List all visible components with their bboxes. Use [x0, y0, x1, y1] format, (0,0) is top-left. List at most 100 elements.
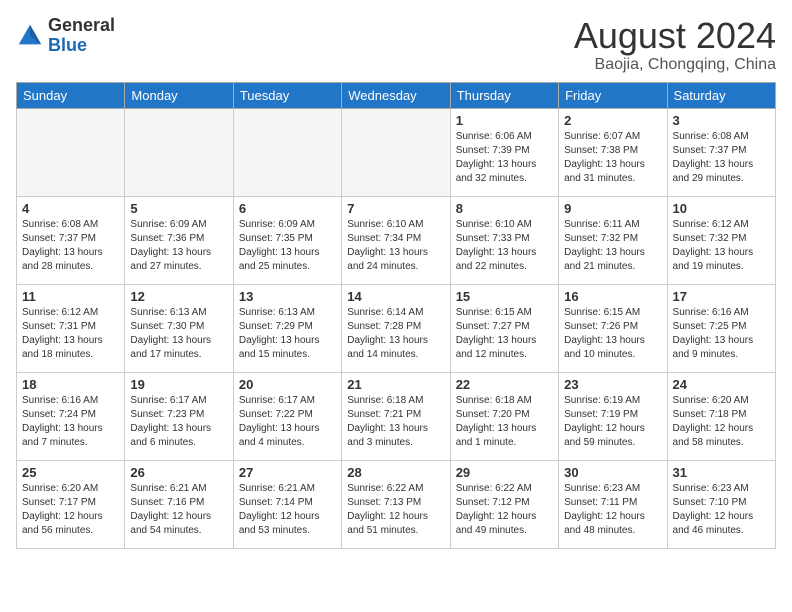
calendar-cell: 16 Sunrise: 6:15 AMSunset: 7:26 PMDayligh… — [559, 284, 667, 372]
calendar-cell: 20 Sunrise: 6:17 AMSunset: 7:22 PMDayligh… — [233, 372, 341, 460]
day-info: Sunrise: 6:14 AMSunset: 7:28 PMDaylight:… — [347, 306, 444, 362]
weekday-header-friday: Friday — [559, 82, 667, 108]
calendar-cell: 21 Sunrise: 6:18 AMSunset: 7:21 PMDayligh… — [342, 372, 450, 460]
calendar-cell: 4 Sunrise: 6:08 AMSunset: 7:37 PMDaylight… — [17, 196, 125, 284]
calendar-cell: 22Sunrise: 6:18 AMSunset: 7:20 PMDayligh… — [450, 372, 558, 460]
day-number: 26 — [130, 465, 227, 480]
day-info: Sunrise: 6:10 AMSunset: 7:34 PMDaylight:… — [347, 218, 444, 274]
day-info: Sunrise: 6:15 AMSunset: 7:26 PMDaylight:… — [564, 306, 661, 362]
day-info: Sunrise: 6:17 AMSunset: 7:22 PMDaylight:… — [239, 394, 336, 450]
day-info: Sunrise: 6:11 AMSunset: 7:32 PMDaylight:… — [564, 218, 661, 274]
location: Baojia, Chongqing, China — [574, 56, 776, 74]
calendar-cell: 14 Sunrise: 6:14 AMSunset: 7:28 PMDayligh… — [342, 284, 450, 372]
day-info: Sunrise: 6:08 AMSunset: 7:37 PMDaylight:… — [673, 130, 770, 186]
day-number: 22 — [456, 377, 553, 392]
day-number: 5 — [130, 201, 227, 216]
calendar-cell: 31 Sunrise: 6:23 AMSunset: 7:10 PMDayligh… — [667, 460, 775, 548]
calendar-body: 1 Sunrise: 6:06 AMSunset: 7:39 PMDaylight… — [17, 108, 776, 548]
day-number: 15 — [456, 289, 553, 304]
day-info: Sunrise: 6:16 AMSunset: 7:25 PMDaylight:… — [673, 306, 770, 362]
day-number: 21 — [347, 377, 444, 392]
day-number: 20 — [239, 377, 336, 392]
day-info: Sunrise: 6:21 AMSunset: 7:14 PMDaylight:… — [239, 482, 336, 538]
weekday-header-row: SundayMondayTuesdayWednesdayThursdayFrid… — [17, 82, 776, 108]
calendar-cell: 23 Sunrise: 6:19 AMSunset: 7:19 PMDayligh… — [559, 372, 667, 460]
calendar-cell: 25 Sunrise: 6:20 AMSunset: 7:17 PMDayligh… — [17, 460, 125, 548]
day-number: 3 — [673, 113, 770, 128]
calendar-cell: 19Sunrise: 6:17 AMSunset: 7:23 PMDayligh… — [125, 372, 233, 460]
day-number: 23 — [564, 377, 661, 392]
weekday-header-tuesday: Tuesday — [233, 82, 341, 108]
calendar-cell: 3 Sunrise: 6:08 AMSunset: 7:37 PMDaylight… — [667, 108, 775, 196]
day-info: Sunrise: 6:15 AMSunset: 7:27 PMDaylight:… — [456, 306, 553, 362]
day-info: Sunrise: 6:16 AMSunset: 7:24 PMDaylight:… — [22, 394, 119, 450]
day-info: Sunrise: 6:18 AMSunset: 7:21 PMDaylight:… — [347, 394, 444, 450]
day-number: 16 — [564, 289, 661, 304]
day-number: 12 — [130, 289, 227, 304]
calendar-cell: 26 Sunrise: 6:21 AMSunset: 7:16 PMDayligh… — [125, 460, 233, 548]
day-info: Sunrise: 6:22 AMSunset: 7:13 PMDaylight:… — [347, 482, 444, 538]
calendar-cell: 1 Sunrise: 6:06 AMSunset: 7:39 PMDaylight… — [450, 108, 558, 196]
day-info: Sunrise: 6:09 AMSunset: 7:36 PMDaylight:… — [130, 218, 227, 274]
day-info: Sunrise: 6:07 AMSunset: 7:38 PMDaylight:… — [564, 130, 661, 186]
month-year: August 2024 — [574, 16, 776, 56]
day-number: 14 — [347, 289, 444, 304]
calendar-cell: 13 Sunrise: 6:13 AMSunset: 7:29 PMDayligh… — [233, 284, 341, 372]
calendar-cell: 24 Sunrise: 6:20 AMSunset: 7:18 PMDayligh… — [667, 372, 775, 460]
day-number: 13 — [239, 289, 336, 304]
week-row-1: 1 Sunrise: 6:06 AMSunset: 7:39 PMDaylight… — [17, 108, 776, 196]
day-number: 4 — [22, 201, 119, 216]
day-number: 31 — [673, 465, 770, 480]
calendar-cell: 27Sunrise: 6:21 AMSunset: 7:14 PMDayligh… — [233, 460, 341, 548]
day-info: Sunrise: 6:12 AMSunset: 7:32 PMDaylight:… — [673, 218, 770, 274]
week-row-5: 25 Sunrise: 6:20 AMSunset: 7:17 PMDayligh… — [17, 460, 776, 548]
page-header: General Blue August 2024 Baojia, Chongqi… — [16, 16, 776, 74]
weekday-header-thursday: Thursday — [450, 82, 558, 108]
day-info: Sunrise: 6:08 AMSunset: 7:37 PMDaylight:… — [22, 218, 119, 274]
calendar-cell: 12 Sunrise: 6:13 AMSunset: 7:30 PMDayligh… — [125, 284, 233, 372]
day-info: Sunrise: 6:13 AMSunset: 7:30 PMDaylight:… — [130, 306, 227, 362]
day-number: 25 — [22, 465, 119, 480]
day-info: Sunrise: 6:20 AMSunset: 7:18 PMDaylight:… — [673, 394, 770, 450]
calendar-cell: 29 Sunrise: 6:22 AMSunset: 7:12 PMDayligh… — [450, 460, 558, 548]
weekday-header-monday: Monday — [125, 82, 233, 108]
calendar-cell: 17Sunrise: 6:16 AMSunset: 7:25 PMDayligh… — [667, 284, 775, 372]
week-row-3: 11Sunrise: 6:12 AMSunset: 7:31 PMDayligh… — [17, 284, 776, 372]
day-info: Sunrise: 6:20 AMSunset: 7:17 PMDaylight:… — [22, 482, 119, 538]
day-info: Sunrise: 6:09 AMSunset: 7:35 PMDaylight:… — [239, 218, 336, 274]
day-number: 18 — [22, 377, 119, 392]
day-info: Sunrise: 6:06 AMSunset: 7:39 PMDaylight:… — [456, 130, 553, 186]
day-info: Sunrise: 6:13 AMSunset: 7:29 PMDaylight:… — [239, 306, 336, 362]
day-number: 2 — [564, 113, 661, 128]
calendar-cell: 11Sunrise: 6:12 AMSunset: 7:31 PMDayligh… — [17, 284, 125, 372]
day-number: 28 — [347, 465, 444, 480]
title-block: August 2024 Baojia, Chongqing, China — [574, 16, 776, 74]
day-info: Sunrise: 6:12 AMSunset: 7:31 PMDaylight:… — [22, 306, 119, 362]
day-info: Sunrise: 6:10 AMSunset: 7:33 PMDaylight:… — [456, 218, 553, 274]
calendar-cell — [342, 108, 450, 196]
day-number: 19 — [130, 377, 227, 392]
day-info: Sunrise: 6:23 AMSunset: 7:10 PMDaylight:… — [673, 482, 770, 538]
calendar-cell: 7Sunrise: 6:10 AMSunset: 7:34 PMDaylight… — [342, 196, 450, 284]
day-number: 10 — [673, 201, 770, 216]
day-number: 1 — [456, 113, 553, 128]
day-number: 29 — [456, 465, 553, 480]
weekday-header-sunday: Sunday — [17, 82, 125, 108]
calendar-cell: 10 Sunrise: 6:12 AMSunset: 7:32 PMDayligh… — [667, 196, 775, 284]
calendar-cell: 6 Sunrise: 6:09 AMSunset: 7:35 PMDaylight… — [233, 196, 341, 284]
calendar-cell — [233, 108, 341, 196]
calendar-cell: 8Sunrise: 6:10 AMSunset: 7:33 PMDaylight… — [450, 196, 558, 284]
calendar-cell: 15 Sunrise: 6:15 AMSunset: 7:27 PMDayligh… — [450, 284, 558, 372]
day-number: 24 — [673, 377, 770, 392]
calendar-cell: 30Sunrise: 6:23 AMSunset: 7:11 PMDayligh… — [559, 460, 667, 548]
day-number: 30 — [564, 465, 661, 480]
day-number: 6 — [239, 201, 336, 216]
calendar-cell: 2 Sunrise: 6:07 AMSunset: 7:38 PMDaylight… — [559, 108, 667, 196]
day-info: Sunrise: 6:21 AMSunset: 7:16 PMDaylight:… — [130, 482, 227, 538]
calendar-cell: 5 Sunrise: 6:09 AMSunset: 7:36 PMDaylight… — [125, 196, 233, 284]
calendar-cell: 9Sunrise: 6:11 AMSunset: 7:32 PMDaylight… — [559, 196, 667, 284]
day-info: Sunrise: 6:19 AMSunset: 7:19 PMDaylight:… — [564, 394, 661, 450]
week-row-2: 4 Sunrise: 6:08 AMSunset: 7:37 PMDaylight… — [17, 196, 776, 284]
logo-text: General Blue — [48, 16, 115, 56]
day-info: Sunrise: 6:22 AMSunset: 7:12 PMDaylight:… — [456, 482, 553, 538]
